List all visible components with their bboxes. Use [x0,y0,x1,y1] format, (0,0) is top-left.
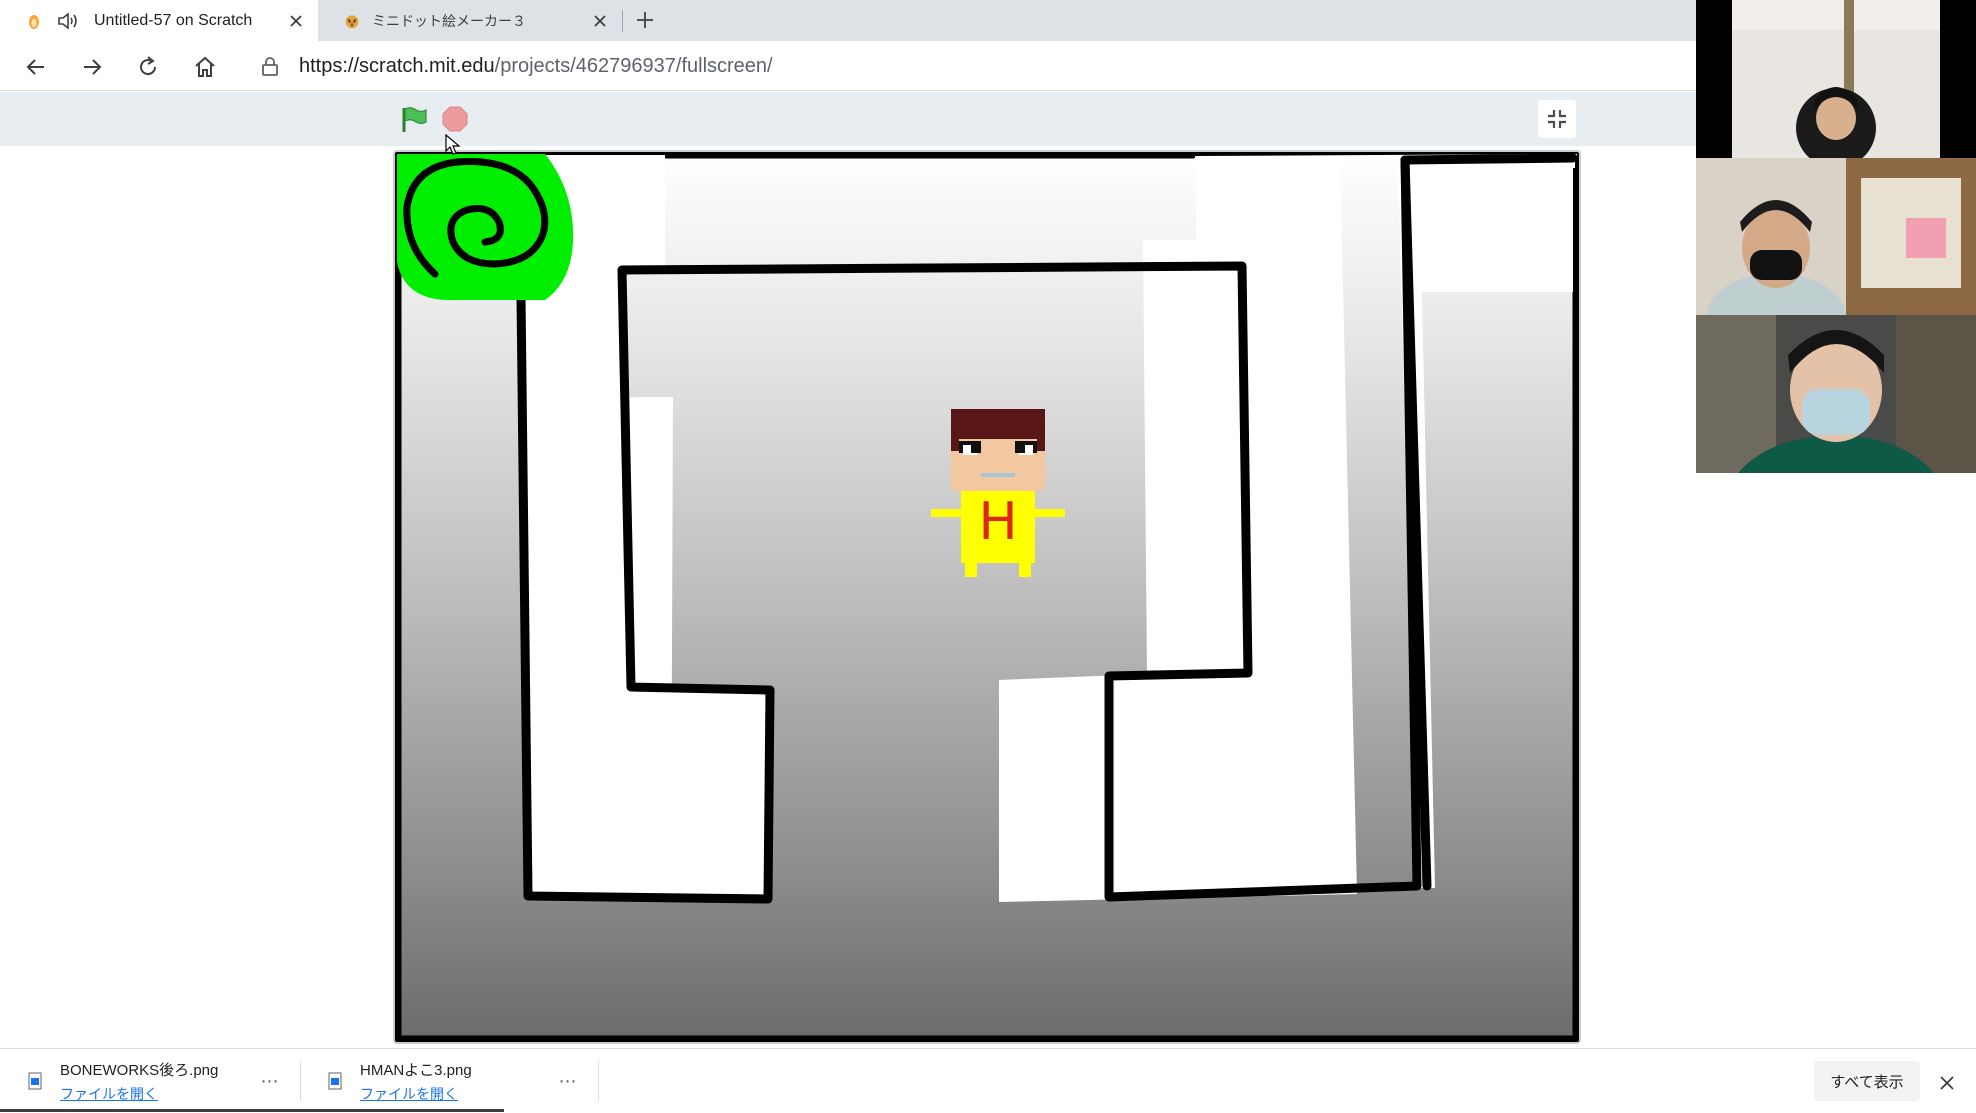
scratch-stage[interactable]: H [393,150,1581,1044]
scratch-cat-icon [26,12,42,30]
browser-toolbar: https://scratch.mit.edu/projects/4627969… [0,41,1696,91]
speaker-icon[interactable] [56,11,80,31]
video-panel-background [1696,473,1976,1048]
video-tile-3 [1696,315,1976,473]
mouse-cursor-icon [445,134,461,155]
download-filename: HMANよこ3.png [360,1061,472,1079]
url-host: https://scratch.mit.edu [299,54,495,77]
more-options-icon[interactable]: ⋯ [556,1069,580,1093]
open-file-link[interactable]: ファイルを開く [360,1084,472,1104]
address-bar[interactable]: https://scratch.mit.edu/projects/4627969… [244,46,1696,86]
home-icon[interactable] [188,50,222,84]
tab-mini-dot-maker[interactable]: ミニドット絵メーカー３ [318,0,622,41]
more-options-icon[interactable]: ⋯ [258,1069,282,1093]
unfullscreen-icon [1548,110,1566,128]
tiger-icon [344,12,360,30]
download-separator [598,1061,599,1101]
close-shelf-icon[interactable] [1933,1069,1961,1097]
participant-video-3 [1696,315,1976,473]
green-flag-icon[interactable] [399,104,429,134]
tab-title: ミニドット絵メーカー３ [372,12,526,29]
hman-sprite[interactable]: H [931,409,1071,589]
scratch-control-bar [0,92,1696,146]
tab-title: Untitled-57 on Scratch [94,11,253,29]
url-path: /projects/462796937/fullscreen/ [494,54,773,77]
download-item-1[interactable]: BONEWORKS後ろ.png ファイルを開く ⋯ [0,1049,300,1113]
lock-icon[interactable] [259,55,281,77]
download-item-2[interactable]: HMANよこ3.png ファイルを開く ⋯ [300,1049,598,1113]
tab-separator [622,10,623,32]
image-file-icon [28,1072,42,1090]
tab-strip: Untitled-57 on Scratch ミニドット絵メーカー３ [0,0,1696,41]
participant-video-1 [1696,0,1976,158]
sprite-letter: H [978,492,1018,552]
new-tab-icon[interactable] [632,6,658,34]
download-filename: BONEWORKS後ろ.png [60,1061,219,1079]
participant-video-2 [1696,158,1976,315]
unfullscreen-button[interactable] [1538,100,1576,138]
stop-icon[interactable] [440,104,470,134]
reload-icon[interactable] [131,50,165,84]
back-icon[interactable] [19,50,53,84]
open-file-link[interactable]: ファイルを開く [60,1084,218,1104]
goal-swirl [397,154,574,301]
close-tab-icon[interactable] [282,7,310,35]
tab-untitled-57[interactable]: Untitled-57 on Scratch [0,0,318,41]
video-tile-1 [1696,0,1976,158]
image-file-icon [328,1072,342,1090]
forward-icon[interactable] [75,50,109,84]
video-tile-2 [1696,158,1976,315]
close-tab-icon[interactable] [586,7,614,35]
url-text[interactable]: https://scratch.mit.edu/projects/4627969… [299,55,773,78]
show-all-button[interactable]: すべて表示 [1814,1061,1920,1101]
download-shelf: BONEWORKS後ろ.png ファイルを開く ⋯ HMANよこ3.png ファ… [0,1048,1976,1112]
